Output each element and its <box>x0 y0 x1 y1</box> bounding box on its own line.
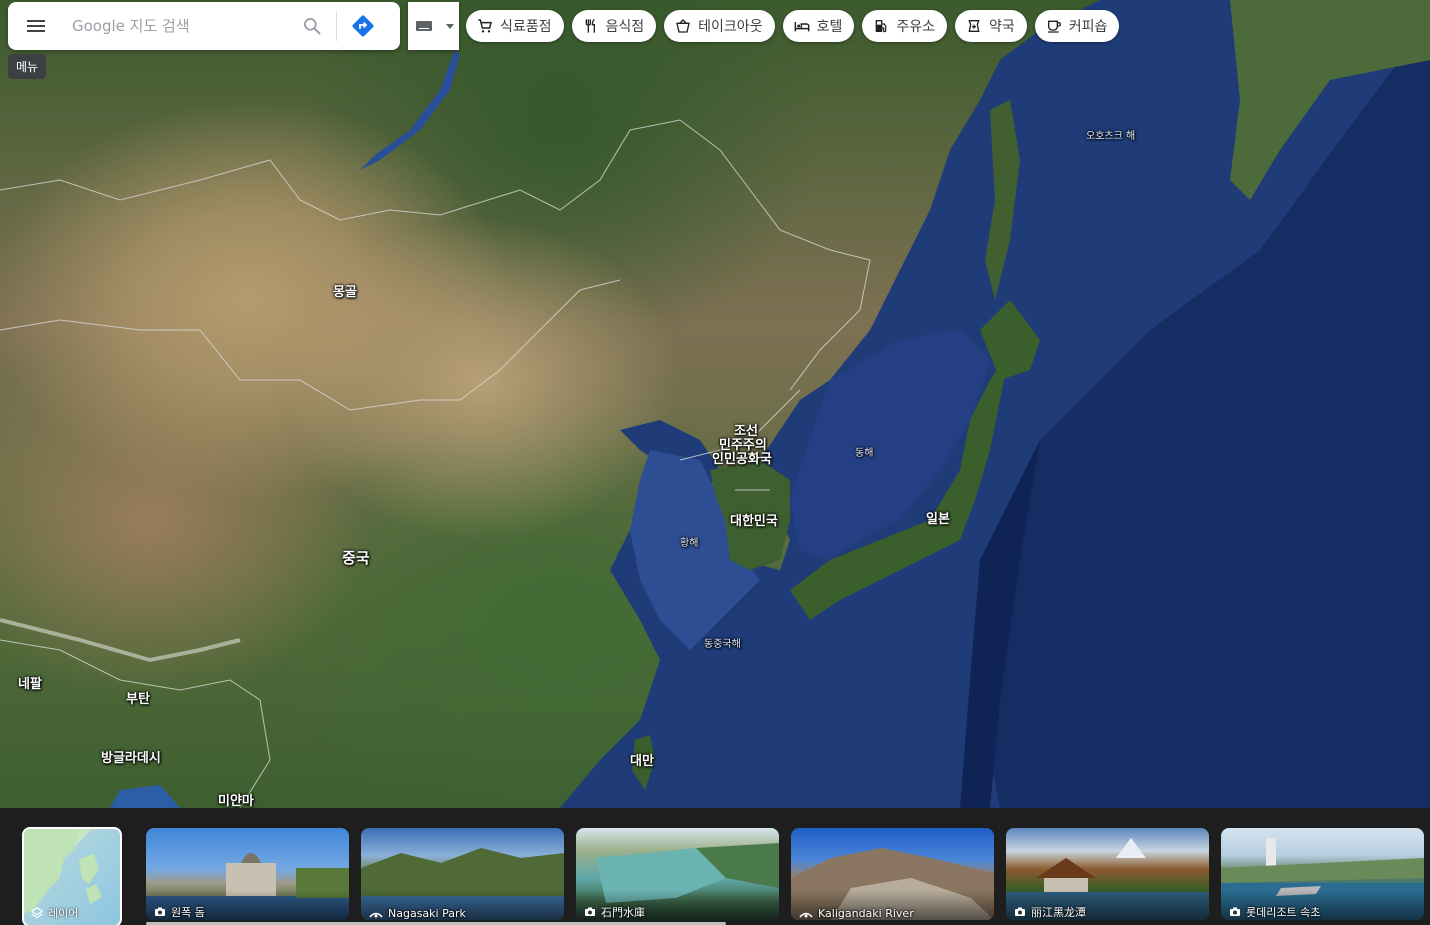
chip-hotel[interactable]: 호텔 <box>782 10 855 42</box>
layers-button[interactable]: 레이어 <box>22 827 122 925</box>
search-divider <box>336 11 337 41</box>
layers-label: 레이어 <box>48 907 79 920</box>
camera-icon <box>1230 907 1240 916</box>
photo-caption-text: 石門水庫 <box>601 906 645 919</box>
panorama-icon <box>369 912 383 918</box>
menu-icon <box>27 20 45 32</box>
gas-station-icon <box>872 17 890 35</box>
photo-card[interactable]: Kaligandaki River <box>791 828 994 920</box>
chip-coffee[interactable]: 커피숍 <box>1034 10 1120 42</box>
camera-icon <box>585 907 595 916</box>
keyboard-icon <box>416 21 432 31</box>
photo-caption-text: 롯데리조트 속초 <box>1246 906 1321 919</box>
search-icon <box>304 18 321 35</box>
panorama-icon <box>799 912 813 918</box>
directions-button[interactable] <box>341 6 385 46</box>
photo-card[interactable]: 원폭 돔 <box>146 828 349 920</box>
input-tools <box>408 2 459 50</box>
photo-caption: 石門水庫 <box>584 904 645 920</box>
layers-icon <box>30 907 44 919</box>
pharmacy-icon <box>965 17 983 35</box>
restaurant-icon <box>582 17 600 35</box>
directions-icon <box>352 15 374 37</box>
chevron-down-icon <box>445 23 454 29</box>
photo-caption-text: Nagasaki Park <box>388 907 466 920</box>
chip-takeout[interactable]: 테이크아웃 <box>664 10 775 42</box>
satellite-map[interactable]: 몽골 중국 조선 민주주의 인민공화국 대한민국 일본 동해 황해 동중국해 오… <box>0 0 1430 808</box>
chip-label: 음식점 <box>605 19 645 35</box>
photo-caption-text: 원폭 돔 <box>171 906 205 919</box>
search-button[interactable] <box>292 6 332 46</box>
chip-pharmacy[interactable]: 약국 <box>954 10 1027 42</box>
layers-label-row: 레이어 <box>30 905 78 921</box>
photo-caption-text: 丽江黑龙潭 <box>1031 906 1086 919</box>
photo-card[interactable]: 롯데리조트 속초 <box>1221 828 1424 920</box>
menu-button[interactable] <box>8 2 64 50</box>
photo-card[interactable]: 丽江黑龙潭 <box>1006 828 1209 920</box>
camera-icon <box>1015 907 1025 916</box>
coffee-icon <box>1045 17 1063 35</box>
chip-label: 약국 <box>988 19 1015 35</box>
chip-label: 커피숍 <box>1068 19 1108 35</box>
photo-card[interactable]: Nagasaki Park <box>361 828 564 920</box>
photo-card[interactable]: 石門水庫 <box>576 828 779 920</box>
chip-restaurant[interactable]: 음식점 <box>571 10 657 42</box>
chip-label: 주유소 <box>896 19 935 35</box>
chip-label: 호텔 <box>816 19 843 35</box>
photo-caption: 롯데리조트 속초 <box>1229 904 1320 920</box>
camera-icon <box>155 907 165 916</box>
chip-label: 테이크아웃 <box>698 19 763 35</box>
chip-grocery[interactable]: 식료품점 <box>466 10 564 42</box>
photo-caption: 원폭 돔 <box>154 904 205 920</box>
map-terrain <box>0 0 1430 808</box>
chip-label: 식료품점 <box>500 19 552 35</box>
photo-caption-text: Kaligandaki River <box>818 907 914 920</box>
maps-app: 몽골 중국 조선 민주주의 인민공화국 대한민국 일본 동해 황해 동중국해 오… <box>0 0 1430 925</box>
input-tools-dropdown[interactable] <box>440 2 459 50</box>
search-box <box>8 2 400 50</box>
photo-caption: Nagasaki Park <box>369 907 466 920</box>
keyboard-button[interactable] <box>408 2 440 50</box>
category-chips: 식료품점 음식점 테이크아웃 호텔 주유소 약국 커피숍 <box>466 10 1120 42</box>
search-input[interactable] <box>64 6 292 46</box>
takeout-icon <box>674 17 692 35</box>
photo-caption: Kaligandaki River <box>799 907 914 920</box>
hotel-icon <box>793 17 811 35</box>
cart-icon <box>476 17 494 35</box>
photo-caption: 丽江黑龙潭 <box>1014 904 1086 920</box>
chip-gas-station[interactable]: 주유소 <box>862 10 947 42</box>
menu-tooltip: 메뉴 <box>8 54 47 79</box>
bottom-strip: 레이어 원폭 돔 Nagasaki Park 石門水庫 Kaligandaki … <box>0 808 1430 925</box>
